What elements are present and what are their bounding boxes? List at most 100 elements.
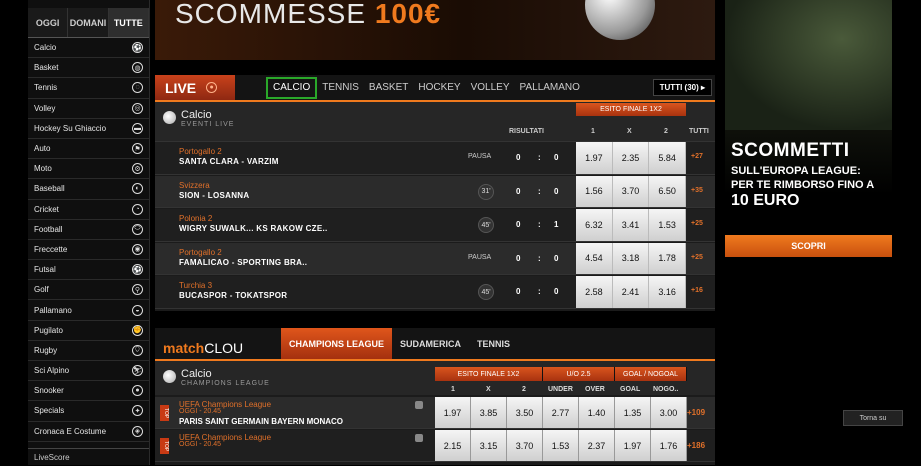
- sidebar-item-cronaca-e-costume[interactable]: Cronaca E Costume ◈: [28, 422, 149, 442]
- live-tab-volley[interactable]: VOLLEY: [466, 77, 515, 99]
- event-league[interactable]: Portogallo 2: [179, 147, 222, 156]
- stats-icon[interactable]: [415, 434, 423, 442]
- promo-sidebar-ad[interactable]: SCOMMETTI SULL'EUROPA LEAGUE: PER TE RIM…: [725, 0, 892, 260]
- odd-1-button[interactable]: 1.97: [576, 142, 613, 174]
- mc-col-under: UNDER: [548, 386, 573, 393]
- sidebar-item-golf[interactable]: Golf ⚲: [28, 280, 149, 301]
- event-league[interactable]: Polonia 2: [179, 214, 212, 223]
- more-markets-link[interactable]: +186: [687, 441, 705, 450]
- odd-1-button[interactable]: 6.32: [576, 209, 613, 241]
- tab-domani[interactable]: DOMANI: [68, 8, 109, 37]
- odd-button[interactable]: 3.70: [507, 430, 543, 461]
- sidebar-item-calcio[interactable]: Calcio ⚽: [28, 38, 149, 59]
- odd-x-button[interactable]: 2.35: [613, 142, 650, 174]
- odd-button[interactable]: 1.40: [579, 397, 615, 428]
- soccer-ball-icon: [163, 111, 176, 124]
- event-league[interactable]: Portogallo 2: [179, 248, 222, 257]
- odd-2-button[interactable]: 3.16: [649, 276, 687, 308]
- event-league[interactable]: Svizzera: [179, 181, 210, 190]
- sidebar-item-football[interactable]: Football ⬭: [28, 220, 149, 240]
- more-markets-link[interactable]: +16: [691, 287, 703, 294]
- live-event-row[interactable]: Polonia 2 WIGRY SUWALK... KS RAKOW CZE.. 4…: [155, 209, 715, 242]
- odd-button[interactable]: 1.97: [435, 397, 471, 428]
- sidebar-item-hockey-su-ghiaccio[interactable]: Hockey Su Ghiaccio ▬: [28, 119, 149, 139]
- event-teams[interactable]: BUCASPOR - TOKATSPOR: [179, 291, 287, 300]
- more-markets-link[interactable]: +109: [687, 408, 705, 417]
- sidebar-item-specials[interactable]: Specials ✦: [28, 401, 149, 422]
- tutti-live-button[interactable]: TUTTI (30) ▸: [652, 79, 712, 96]
- sidebar-item-auto[interactable]: Auto ⚑: [28, 139, 149, 160]
- sidebar-item-futsal[interactable]: Futsal ⚽: [28, 260, 149, 281]
- sidebar-item-moto[interactable]: Moto ⚙: [28, 159, 149, 180]
- event-teams[interactable]: SION - LOSANNA: [179, 191, 249, 200]
- sidebar-item-volley[interactable]: Volley ◎: [28, 99, 149, 119]
- odd-button[interactable]: 3.85: [471, 397, 507, 428]
- odd-1-button[interactable]: 4.54: [576, 242, 613, 274]
- sidebar-item-sci-alpino[interactable]: Sci Alpino ⛷: [28, 361, 149, 382]
- back-to-top-button[interactable]: Torna su: [843, 410, 903, 426]
- tab-sudamerica[interactable]: SUDAMERICA: [392, 328, 469, 359]
- odd-x-button[interactable]: 2.41: [613, 276, 650, 308]
- odd-x-button[interactable]: 3.70: [613, 175, 650, 207]
- promo-banner-top[interactable]: SCOMMESSE 100€: [155, 0, 715, 60]
- sidebar-item-basket[interactable]: Basket ◍: [28, 58, 149, 79]
- livescore-link[interactable]: LiveScore: [28, 447, 149, 466]
- odd-1-button[interactable]: 2.58: [576, 276, 613, 308]
- live-event-row[interactable]: Portogallo 2 SANTA CLARA - VARZIM PAUSA 0: 0…: [155, 142, 715, 175]
- sidebar-item-pallamano[interactable]: Pallamano ◒: [28, 300, 149, 321]
- sidebar-item-tennis[interactable]: Tennis ◌: [28, 78, 149, 99]
- odd-2-button[interactable]: 5.84: [649, 142, 687, 174]
- event-teams[interactable]: SANTA CLARA - VARZIM: [179, 157, 279, 166]
- odd-button[interactable]: 1.97: [615, 430, 651, 461]
- odd-button[interactable]: 3.00: [651, 397, 687, 428]
- more-markets-link[interactable]: +27: [691, 153, 703, 160]
- odd-button[interactable]: 2.77: [543, 397, 579, 428]
- event-league[interactable]: Turchia 3: [179, 281, 212, 290]
- top-badge: TOP: [160, 438, 169, 454]
- sidebar-item-freccette[interactable]: Freccette ◉: [28, 240, 149, 261]
- sidebar-item-label: Baseball: [34, 184, 65, 194]
- sidebar-item-cricket[interactable]: Cricket ◔: [28, 200, 149, 220]
- live-tab-hockey[interactable]: HOCKEY: [413, 77, 465, 99]
- odd-1-button[interactable]: 1.56: [576, 175, 613, 207]
- more-markets-link[interactable]: +35: [691, 187, 703, 194]
- sidebar-item-baseball[interactable]: Baseball ◐: [28, 179, 149, 200]
- odd-button[interactable]: 2.15: [435, 430, 471, 461]
- matchclou-sport-subtitle: CHAMPIONS LEAGUE: [181, 380, 270, 387]
- event-teams[interactable]: PARIS SAINT GERMAIN BAYERN MONACO: [179, 417, 343, 426]
- live-tab-tennis[interactable]: TENNIS: [317, 77, 364, 99]
- odd-button[interactable]: 3.15: [471, 430, 507, 461]
- odd-button[interactable]: 3.50: [507, 397, 543, 428]
- tab-tutte[interactable]: TUTTE: [108, 8, 149, 37]
- tab-tennis[interactable]: TENNIS: [469, 328, 518, 359]
- live-tab-basket[interactable]: BASKET: [364, 77, 413, 99]
- odd-button[interactable]: 1.53: [543, 430, 579, 461]
- odd-2-button[interactable]: 6.50: [649, 175, 687, 207]
- live-event-row[interactable]: Svizzera SION - LOSANNA 31' 0: 0 1.56 3.70 6.50…: [155, 175, 715, 208]
- odd-2-button[interactable]: 1.53: [649, 209, 687, 241]
- rugby-icon: ⬯: [132, 344, 143, 356]
- odd-button[interactable]: 2.37: [579, 430, 615, 461]
- odd-button[interactable]: 1.35: [615, 397, 651, 428]
- odd-button[interactable]: 1.76: [651, 430, 687, 461]
- more-markets-link[interactable]: +25: [691, 254, 703, 261]
- live-tab-calcio[interactable]: CALCIO: [266, 76, 318, 99]
- tab-oggi[interactable]: OGGI: [28, 8, 69, 37]
- more-markets-link[interactable]: +25: [691, 220, 703, 227]
- live-tab-pallamano[interactable]: PALLAMANO: [515, 77, 585, 99]
- sidebar-item-snooker[interactable]: Snooker ●: [28, 381, 149, 402]
- odd-x-button[interactable]: 3.18: [613, 242, 650, 274]
- stats-icon[interactable]: [415, 401, 423, 409]
- matchclou-event-row[interactable]: TOP UEFA Champions League OGGI - 20.45 2.15…: [155, 430, 715, 462]
- sidebar-item-rugby[interactable]: Rugby ⬯: [28, 341, 149, 361]
- tab-champions-league[interactable]: CHAMPIONS LEAGUE: [281, 328, 393, 359]
- odd-2-button[interactable]: 1.78: [649, 242, 687, 274]
- event-teams[interactable]: FAMALICAO - SPORTING BRA..: [179, 258, 307, 267]
- scopri-button[interactable]: SCOPRI: [725, 235, 892, 257]
- live-event-row[interactable]: Portogallo 2 FAMALICAO - SPORTING BRA.. PA…: [155, 242, 715, 275]
- odd-x-button[interactable]: 3.41: [613, 209, 650, 241]
- sidebar-item-pugilato[interactable]: Pugilato ✊: [28, 321, 149, 341]
- live-event-row[interactable]: Turchia 3 BUCASPOR - TOKATSPOR 45' 0: 0 2.58 2…: [155, 276, 715, 309]
- event-teams[interactable]: WIGRY SUWALK... KS RAKOW CZE..: [179, 224, 328, 233]
- matchclou-event-row[interactable]: TOP UEFA Champions League OGGI - 20.45 PARI…: [155, 397, 715, 429]
